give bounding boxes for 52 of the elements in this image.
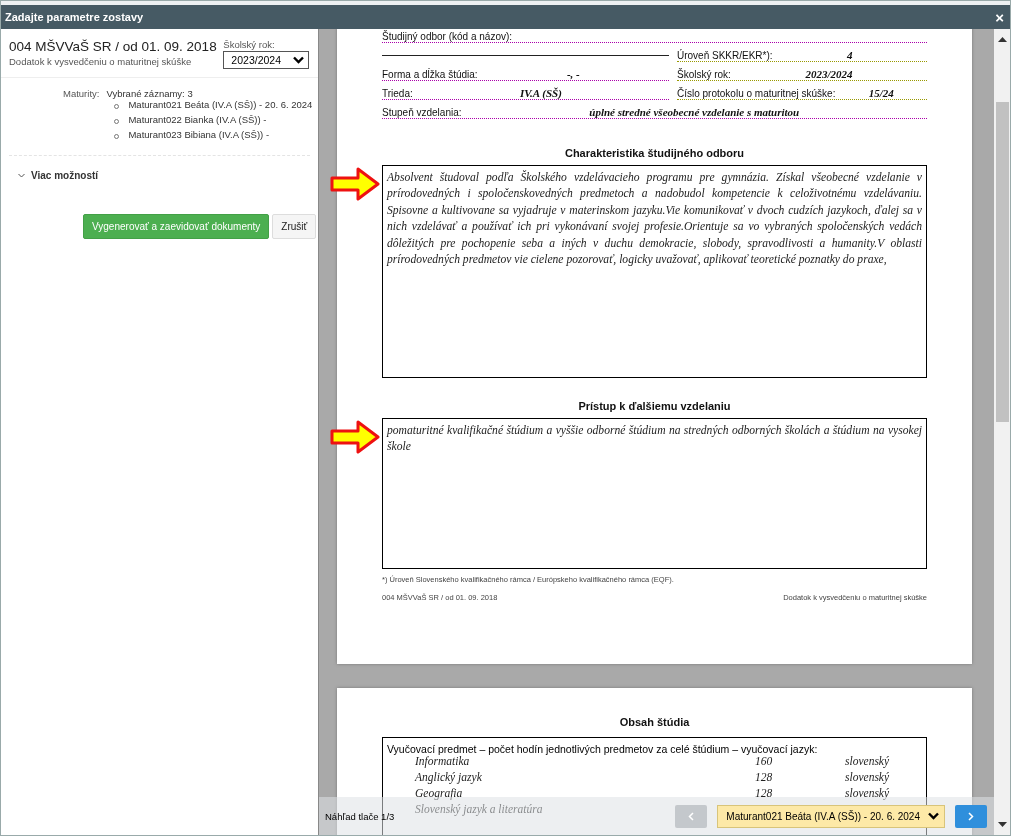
section-text: pomaturitné kvalifikačné štúdium a vyššie odborné štúdium na stredných odborných školách a štúdium na vysokej škole <box>387 423 922 456</box>
window-title: Zadajte parametre zostavy <box>5 11 144 23</box>
selected-record: Maturant023 Bibiana (IV.A (SŠ)) - <box>128 129 270 141</box>
school-year-select[interactable]: 2023/2024 <box>223 51 309 69</box>
section-text: Absolvent študoval podľa Školského vzdelávacieho programu pre gymnázia. Získal všeobecné vzdelanie v prírodovedných i spoločenskovedných predmetoch a nadobudol kompetencie k celoživotnému vzdelávaniu. Spisovne a kultivovane sa vyjadruje v materinskom jazyku.Vie komunikovať v dvoch cudzích jazykoch, ďalej sa v nich vzdelávať a používať ich pri vykonávaní svojej profesie.Orientuje sa vo vybraných spoločenských vedách dôležitých pre pochopenie seba a iných v duchu demokracie, slobody, spravodlivosti a humanity.V oblasti prírodovedných predmetov vie cielene pozorovať, logicky uvažovať, aplikovať teoretické poznatky do praxe, <box>387 170 922 269</box>
selection-label: Maturity: <box>63 88 100 101</box>
section-title: Prístup k ďalšiemu vzdelaniu <box>577 400 732 412</box>
section-title: Charakteristika študijného odboru <box>563 147 746 159</box>
field-value: -, - <box>565 68 581 80</box>
report-title: 004 MŠVVaŠ SR / od 01. 09. 2018 <box>9 39 217 54</box>
scroll-up-icon[interactable] <box>997 37 1007 42</box>
subject-name: Informatika <box>415 755 470 767</box>
chevron-right-icon <box>968 811 974 821</box>
report-subtitle: Dodatok k vysvedčeniu o maturitnej skúške <box>9 56 193 67</box>
record-select[interactable]: Maturant021 Beáta (IV.A (SŠ)) - 20. 6. 2024 <box>717 804 945 828</box>
close-button[interactable]: × <box>993 9 1006 25</box>
selection-summary: Vybrané záznamy: 3 <box>106 88 194 99</box>
chevron-left-icon <box>688 811 695 821</box>
more-options-toggle[interactable]: Viac možností <box>1 155 99 181</box>
cancel-button[interactable]: Zrušiť <box>272 213 317 239</box>
subjects-intro: Vyučovací predmet – počet hodín jednotlivých predmetov za celé štúdium – vyučovací jazyk: <box>387 743 819 755</box>
subject-language: slovenský <box>845 755 890 770</box>
school-year-label: Školský rok: <box>223 39 276 50</box>
subject-hours: 128 <box>755 787 774 801</box>
subject-language: slovenský <box>845 771 890 786</box>
subject-language: slovenský <box>845 787 890 802</box>
field-label: Stupeň vzdelania: <box>382 107 462 118</box>
field-label: Forma a dĺžka štúdia: <box>382 69 478 80</box>
scrollbar[interactable] <box>994 29 1010 835</box>
next-button[interactable] <box>955 804 987 828</box>
field-value: 4 <box>846 49 854 61</box>
field-label: Číslo protokolu o maturitnej skúške: <box>677 88 836 99</box>
field-label: Trieda: <box>382 88 413 99</box>
field-label: Školský rok: <box>677 69 731 80</box>
subject-name: Geografia <box>415 787 463 799</box>
subject-name: Slovenský jazyk a literatúra <box>415 803 543 815</box>
selected-record: Maturant021 Beáta (IV.A (SŠ)) - 20. 6. 2024 <box>128 100 313 111</box>
subject-hours: 128 <box>755 771 774 785</box>
chevron-down-icon <box>928 812 939 820</box>
field-label: Študijný odbor (kód a názov): <box>382 31 513 42</box>
subject-name: Anglický jazyk <box>415 771 482 783</box>
subject-hours: 160 <box>755 755 774 769</box>
field-value: 2023/2024 <box>804 68 854 80</box>
field-value: úplné stredné všeobecné vzdelanie s maturitou <box>588 106 801 118</box>
chevron-down-icon <box>293 56 304 64</box>
chevron-down-icon <box>18 172 25 178</box>
field-label: Úroveň SKKR/EKR*): <box>677 50 773 61</box>
section-title: Obsah štúdia <box>618 716 691 728</box>
field-value: 15/24 <box>867 87 895 99</box>
scroll-down-icon[interactable] <box>997 822 1007 827</box>
selected-record: Maturant022 Bianka (IV.A (SŠ)) - <box>128 114 267 126</box>
field-value: IV.A (SŠ) <box>518 87 563 99</box>
